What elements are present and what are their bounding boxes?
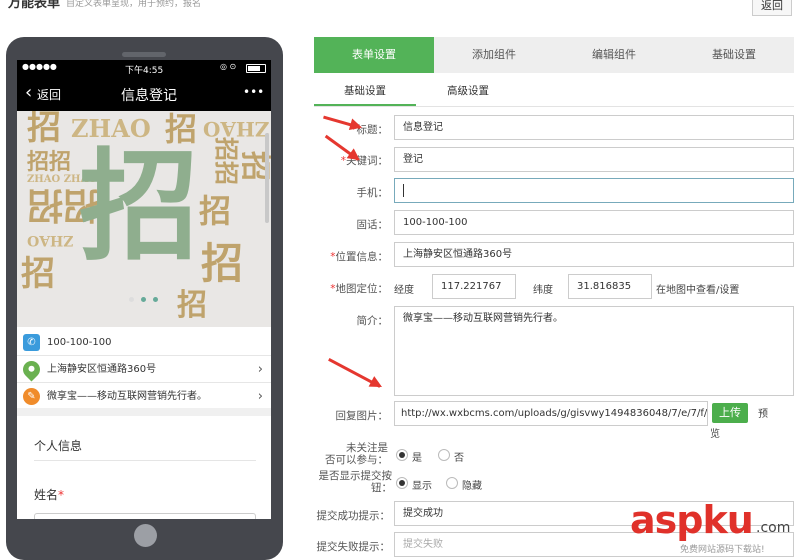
subtab-basic[interactable]: 基础设置 (314, 76, 416, 106)
location-label: *位置信息： (330, 251, 388, 263)
field-label-name: 姓名* (34, 488, 65, 502)
success-label: 提交成功提示： (316, 510, 391, 522)
tab-basic-settings[interactable]: 基础设置 (674, 37, 794, 73)
carousel-dot[interactable] (153, 297, 158, 302)
annotation-arrow (328, 357, 381, 388)
share-icon: ✎ (23, 388, 40, 405)
tel-label: 固话： (356, 219, 389, 231)
hide-submit-label-text: 隐藏 (462, 481, 482, 492)
location-icon (19, 357, 44, 382)
carousel-dot[interactable] (141, 297, 146, 302)
keyword-input[interactable]: 登记 (394, 147, 794, 172)
chevron-left-icon[interactable]: ‹ (25, 84, 32, 102)
intro-label: 简介： (356, 315, 389, 327)
unfollow-no-radio[interactable] (438, 449, 450, 461)
back-button[interactable]: 返回 (752, 0, 792, 16)
tel-input[interactable]: 100-100-100 (394, 210, 794, 235)
info-location-text: 上海静安区恒通路360号 (47, 364, 157, 375)
unfollow-yes-label: 是 (412, 453, 422, 464)
tab-edit-component[interactable]: 编辑组件 (554, 37, 674, 73)
banner-scrollbar (265, 133, 269, 223)
phone-icon: ✆ (23, 334, 40, 351)
watermark-tagline: 免费网站源码下载站! (680, 545, 765, 555)
show-submit-label-text: 显示 (412, 481, 432, 492)
chevron-right-icon: › (257, 362, 263, 377)
intro-textarea[interactable]: 微享宝——移动互联网营销先行者。 (394, 306, 794, 396)
longitude-input[interactable]: 117.221767 (432, 274, 516, 299)
tab-add-component[interactable]: 添加组件 (434, 37, 554, 73)
preview-link-wrap[interactable]: 览 (710, 425, 720, 440)
sub-tabs: 基础设置 高级设置 (314, 76, 794, 107)
chevron-right-icon: › (257, 389, 263, 404)
title-input[interactable]: 信息登记 (394, 115, 794, 140)
more-icon[interactable]: ••• (243, 85, 264, 99)
phone-page-title: 信息登记 (121, 88, 177, 104)
page-subtitle: 自定义表单呈现，用于预约，报名 (66, 0, 202, 9)
longitude-label: 经度 (394, 285, 414, 296)
phone-back-link[interactable]: 返回 (37, 86, 61, 103)
carousel-dot[interactable] (129, 297, 134, 302)
main-tabs: 表单设置 添加组件 编辑组件 基础设置 (314, 37, 794, 73)
page-title: 万能表单 (8, 0, 61, 11)
unfollow-no-label: 否 (454, 453, 464, 464)
info-row-phone[interactable]: ✆ 100-100-100 (17, 329, 271, 356)
unfollow-label: 未关注是 否可以参与： (325, 442, 388, 466)
hide-submit-radio[interactable] (446, 477, 458, 489)
phone-speaker (122, 52, 166, 57)
watermark-suffix: .com (756, 520, 791, 536)
info-row-intro[interactable]: ✎ 微享宝——移动互联网营销先行者。 › (17, 383, 271, 410)
view-map-link[interactable]: 在地图中查看/设置 (656, 281, 739, 296)
divider (34, 460, 256, 461)
unfollow-yes-radio[interactable] (396, 449, 408, 461)
location-input[interactable]: 上海静安区恒通路360号 (394, 242, 794, 267)
battery-icon (246, 64, 266, 73)
show-submit-radio[interactable] (396, 477, 408, 489)
map-label: *地图定位： (330, 283, 388, 295)
reply-image-label: 回复图片： (335, 410, 389, 422)
upload-button[interactable]: 上传 (712, 403, 748, 423)
divider (17, 408, 271, 416)
phone-nav-bar: ‹ 返回 信息登记 ••• (17, 77, 271, 111)
mobile-label: 手机： (356, 187, 389, 199)
preview-link[interactable]: 预 (758, 405, 768, 420)
info-phone-text: 100-100-100 (47, 337, 112, 348)
info-row-location[interactable]: 上海静安区恒通路360号 › (17, 356, 271, 383)
latitude-input[interactable]: 31.816835 (568, 274, 652, 299)
section-title: 个人信息 (34, 439, 83, 453)
text-cursor (403, 183, 404, 197)
home-button[interactable] (134, 524, 157, 547)
tab-form-settings[interactable]: 表单设置 (314, 37, 434, 73)
latitude-label: 纬度 (533, 285, 553, 296)
watermark-logo: aspku .com 免费网站源码下载站! (630, 498, 800, 560)
show-submit-label: 是否显示提交按 钮： (318, 470, 393, 494)
status-time: 下午4:55 (125, 66, 164, 76)
name-input[interactable] (34, 513, 256, 519)
fail-label: 提交失败提示： (316, 541, 391, 553)
info-intro-text: 微享宝——移动互联网营销先行者。 (47, 391, 207, 402)
watermark-brand: aspku (630, 498, 754, 542)
phone-screen: ●●●●● 下午4:55 ◎ ⊙ ‹ 返回 信息登记 ••• 招 ZHAO 招 … (17, 60, 271, 519)
reply-image-input[interactable]: http://wx.wxbcms.com/uploads/g/gisvwy149… (394, 401, 708, 426)
signal-icon: ●●●●● (22, 62, 57, 71)
mobile-input[interactable] (394, 178, 794, 203)
alarm-icon: ◎ ⊙ (220, 62, 237, 71)
status-bar: ●●●●● 下午4:55 ◎ ⊙ (17, 60, 271, 77)
banner-image: 招 ZHAO 招 ZHAO 招招 ZHAO ZHAO 招招 招 招招 招 招 Z… (17, 111, 271, 327)
subtab-advanced[interactable]: 高级设置 (418, 76, 518, 106)
